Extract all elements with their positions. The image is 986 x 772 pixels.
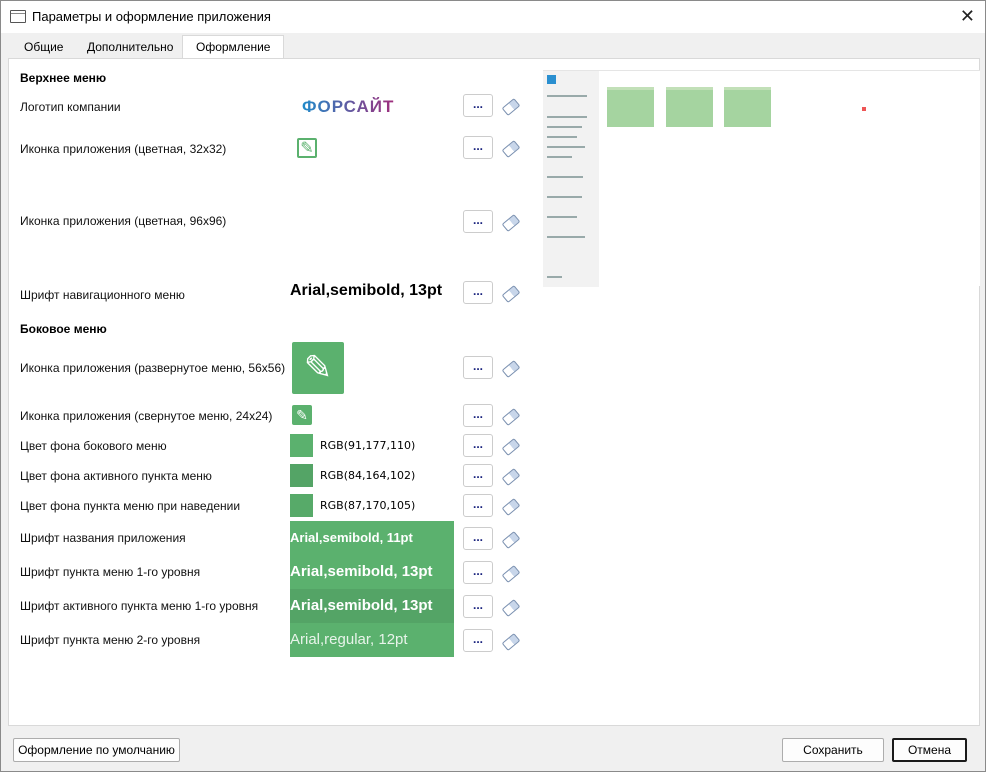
preview-logo-icon [547,75,556,84]
preview-folder [724,87,771,127]
row-label: Иконка приложения (цветная, 96x96) [20,214,227,228]
font-preview-block: Arial,semibold, 11pt Arial,semibold, 13p… [290,521,454,657]
eraser-icon[interactable] [501,565,521,583]
cancel-button[interactable]: Отмена [892,738,967,762]
eraser-icon[interactable] [501,633,521,651]
eraser-icon[interactable] [501,140,521,158]
row-label: Иконка приложения (свернутое меню, 24x24… [20,409,273,423]
browse-button[interactable]: ... [463,629,493,652]
browse-button[interactable]: ... [463,561,493,584]
eraser-icon[interactable] [501,468,521,486]
app-name-font-value: Arial,semibold, 11pt [290,530,413,545]
company-logo: ФОРСАЙТ [302,97,395,116]
browse-button[interactable]: ... [463,527,493,550]
app-icon-32: ✎ [297,138,317,158]
default-appearance-button[interactable]: Оформление по умолчанию [13,738,180,762]
row-label: Логотип компании [20,100,121,114]
preview-folder [666,87,713,127]
appearance-preview [543,70,980,287]
browse-button[interactable]: ... [463,94,493,117]
browse-button[interactable]: ... [463,136,493,159]
preview-folder [607,87,654,127]
preview-error-mark [862,107,866,111]
tab-general[interactable]: Общие [16,37,71,59]
menu-level1-font-value: Arial,semibold, 13pt [290,563,433,580]
row-label: Шрифт пункта меню 2-го уровня [20,633,201,647]
browse-button[interactable]: ... [463,356,493,379]
app-icon-24: ✎ [292,405,312,425]
settings-dialog: Параметры и оформление приложения ✕ Общи… [0,0,986,772]
browse-button[interactable]: ... [463,281,493,304]
eraser-icon[interactable] [501,599,521,617]
row-label: Цвет фона пункта меню при наведении [20,499,241,513]
browse-button[interactable]: ... [463,210,493,233]
color-value: RGB(84,164,102) [320,469,416,482]
window-title: Параметры и оформление приложения [32,9,271,24]
row-label: Шрифт навигационного меню [20,288,185,302]
title-bar: Параметры и оформление приложения ✕ [1,1,985,33]
color-swatch [290,434,313,457]
color-swatch [290,464,313,487]
eraser-icon[interactable] [501,285,521,303]
eraser-icon[interactable] [501,360,521,378]
row-label: Иконка приложения (цветная, 32x32) [20,142,227,156]
eraser-icon[interactable] [501,408,521,426]
nav-font-value: Arial,semibold, 13pt [290,282,443,299]
eraser-icon[interactable] [501,98,521,116]
row-label: Цвет фона активного пункта меню [20,469,212,483]
browse-button[interactable]: ... [463,464,493,487]
eraser-icon[interactable] [501,531,521,549]
browse-button[interactable]: ... [463,494,493,517]
row-label: Шрифт активного пункта меню 1-го уровня [20,599,259,613]
browse-button[interactable]: ... [463,595,493,618]
eraser-icon[interactable] [501,214,521,232]
close-icon[interactable]: ✕ [960,6,975,27]
app-icon-56: ✎ [292,342,344,394]
window-icon [10,10,26,23]
color-value: RGB(87,170,105) [320,499,416,512]
eraser-icon[interactable] [501,498,521,516]
row-label: Шрифт названия приложения [20,531,186,545]
row-label: Цвет фона бокового меню [20,439,167,453]
browse-button[interactable]: ... [463,404,493,427]
color-value: RGB(91,177,110) [320,439,416,452]
browse-button[interactable]: ... [463,434,493,457]
tab-advanced[interactable]: Дополнительно [79,37,181,59]
appearance-panel: Верхнее меню Логотип компании ФОРСАЙТ ..… [8,58,980,726]
preview-sidebar [543,71,599,287]
section-top-menu: Верхнее меню [20,71,107,85]
active-menu-font-value: Arial,semibold, 13pt [290,589,454,623]
section-side-menu: Боковое меню [20,322,107,336]
menu-level2-font-value: Arial,regular, 12pt [290,631,408,648]
eraser-icon[interactable] [501,438,521,456]
row-label: Иконка приложения (развернутое меню, 56x… [20,361,286,375]
save-button[interactable]: Сохранить [782,738,884,762]
color-swatch [290,494,313,517]
row-label: Шрифт пункта меню 1-го уровня [20,565,201,579]
tab-appearance[interactable]: Оформление [182,35,285,59]
